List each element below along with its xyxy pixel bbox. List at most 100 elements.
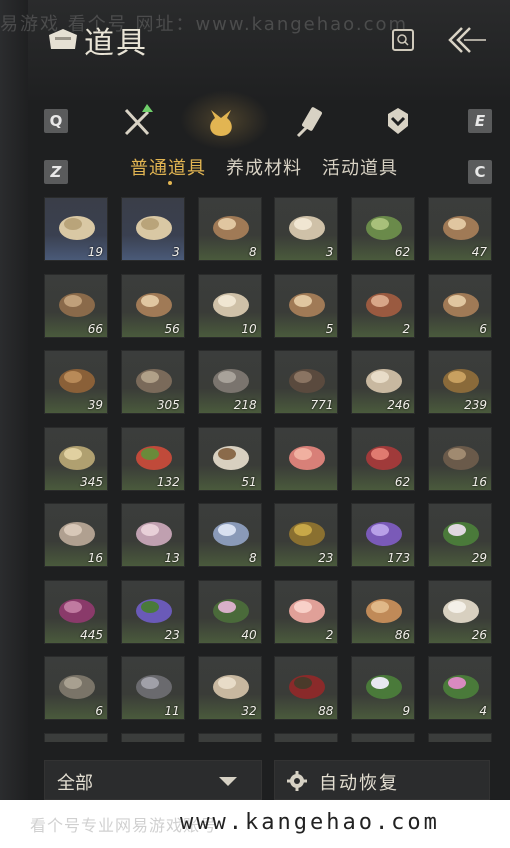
tab-event-items[interactable]: 活动道具 [322,154,398,180]
weapons-icon[interactable] [120,104,156,140]
inventory-slot[interactable]: 4 [428,656,492,720]
inventory-slot[interactable]: 62 [351,197,416,261]
prev-subtab-key[interactable]: Z [44,160,68,184]
scroll-brush-icon[interactable] [292,104,328,140]
inventory-slot[interactable]: 19 [44,197,108,261]
auto-restore-button[interactable]: 自动恢复 [274,760,490,800]
inventory-slot[interactable]: 218 [197,350,262,414]
item-count: 26 [471,627,487,642]
inventory-slot[interactable]: 16 [44,503,108,567]
active-tab-indicator [168,181,172,185]
inventory-slot[interactable]: 32 [197,656,262,720]
item-count: 6 [95,704,103,718]
item-count: 345 [80,474,103,489]
pouch-icon[interactable] [203,104,239,140]
item-count: 23 [318,551,334,565]
inventory-slot[interactable]: 88 [274,656,339,720]
next-subtab-key[interactable]: C [468,160,492,184]
inventory-slot[interactable]: 6 [44,656,108,720]
inventory-slot[interactable]: 62 [351,426,416,491]
inventory-slot[interactable]: 47 [428,197,492,261]
item-count: 62 [394,474,411,489]
inventory-slot[interactable]: 239 [428,350,492,414]
tab-cultivation-materials[interactable]: 养成材料 [226,154,302,180]
inventory-slot[interactable]: 66 [44,273,108,338]
inventory-slot[interactable]: 8 [197,503,262,567]
item-count: 29 [471,551,487,565]
inventory-slot[interactable]: 445 [44,579,108,644]
left-edge [0,0,28,800]
inventory-slot[interactable]: 11 [120,656,185,720]
item-count: 39 [87,398,103,412]
item-count: 16 [471,474,487,489]
inventory-slot[interactable]: 10 [197,273,262,338]
inventory-slot[interactable]: 132 [120,426,185,491]
tab-common-items[interactable]: 普通道具 [130,154,206,180]
inventory-slot[interactable]: 173 [351,503,416,567]
inventory-slot-partial[interactable] [274,732,339,742]
item-count: 86 [394,627,411,642]
item-count: 2 [402,321,411,336]
item-count: 51 [241,474,257,489]
item-count: 8 [248,245,257,259]
inventory-slot[interactable]: 56 [120,273,185,338]
next-category-key[interactable]: E [468,109,492,133]
inventory-slot[interactable]: 2 [274,579,339,644]
item-count: 19 [87,245,103,259]
inventory-slot[interactable]: 2 [351,273,416,338]
footer-url: www.kangehao.com [180,810,440,835]
inventory-slot[interactable]: 9 [351,656,416,720]
item-count: 11 [164,704,180,718]
auto-restore-label: 自动恢复 [319,773,399,794]
search-button[interactable] [392,29,414,51]
item-count: 239 [464,398,487,412]
item-count: 56 [164,321,180,336]
inventory-slot[interactable]: 26 [428,579,492,644]
inventory-slot-partial[interactable] [197,732,262,742]
meat-icon [289,445,326,470]
inventory-slot[interactable]: 39 [44,350,108,414]
filter-label: 全部 [57,773,93,794]
inventory-slot[interactable]: 8 [197,197,262,261]
inventory-slot[interactable]: 771 [274,350,339,414]
item-count: 8 [248,551,257,565]
inventory-slot[interactable]: 40 [197,579,262,644]
item-count: 66 [87,321,103,336]
bag-icon [49,29,77,49]
dropdown-arrow-icon [219,777,237,786]
inventory-slot[interactable]: 5 [274,273,339,338]
inventory-slot[interactable]: 305 [120,350,185,414]
gear-icon [287,771,307,791]
filter-dropdown[interactable]: 全部 [44,760,262,800]
inventory-slot[interactable]: 86 [351,579,416,644]
item-count: 62 [394,245,411,259]
search-icon [397,34,409,46]
inventory-slot[interactable]: 23 [120,579,185,644]
back-button[interactable] [440,22,488,58]
inventory-slot[interactable] [274,426,339,491]
inventory-slot[interactable]: 51 [197,426,262,491]
inventory-slot[interactable]: 16 [428,426,492,491]
inventory-slot-partial[interactable] [120,732,185,742]
item-count: 10 [241,321,257,336]
footer-watermark-bar: 看个号专业网易游戏账号 www.kangehao.com [0,800,510,848]
inventory-slot[interactable]: 13 [120,503,185,567]
inventory-slot[interactable]: 6 [428,273,492,338]
item-count: 305 [156,398,180,412]
badge-icon[interactable] [380,104,416,140]
item-count: 3 [172,245,180,259]
inventory-slot[interactable]: 246 [351,350,416,414]
back-arrow-icon [448,27,486,53]
inventory-slot[interactable]: 23 [274,503,339,567]
inventory-slot-partial[interactable] [44,732,108,742]
inventory-slot[interactable]: 345 [44,426,108,491]
item-count: 6 [479,321,487,336]
inventory-slot[interactable]: 29 [428,503,492,567]
inventory-slot[interactable]: 3 [274,197,339,261]
inventory-slot[interactable]: 3 [120,197,185,261]
prev-category-key[interactable]: Q [44,109,68,133]
item-count: 132 [156,474,180,489]
inventory-slot-partial[interactable] [351,732,416,742]
inventory-slot-partial[interactable] [428,732,492,742]
item-count: 32 [241,704,257,718]
